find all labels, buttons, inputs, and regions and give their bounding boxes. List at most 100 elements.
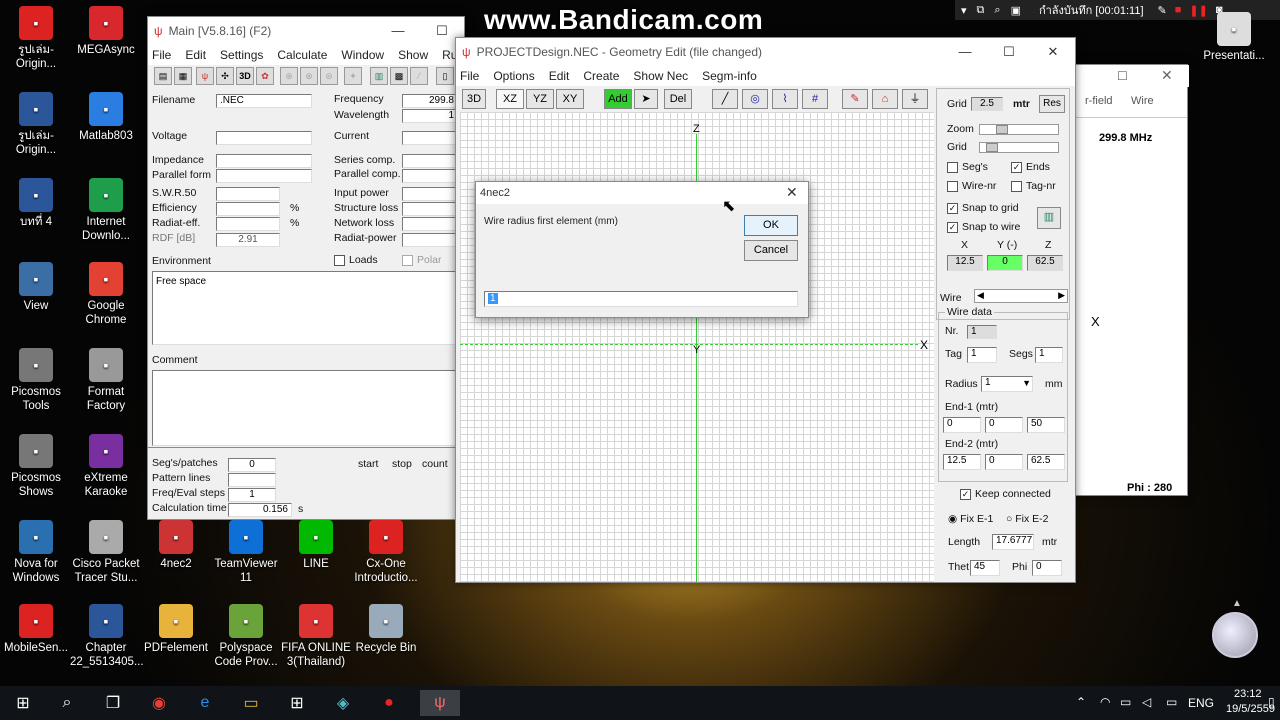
wavelength-field[interactable]: 1 — [402, 109, 458, 123]
view-xz-button[interactable]: XZ — [496, 89, 524, 109]
menu-file[interactable]: File — [460, 69, 479, 83]
radius-dialog[interactable]: 4nec2 ✕ Wire radius first element (mm) O… — [475, 181, 809, 318]
desktop-icon[interactable]: ▪ รูปเล่ม-Origin... — [0, 92, 72, 157]
wire-scrollbar[interactable]: ◀ ▶ — [974, 289, 1068, 303]
task-view-icon[interactable]: ❐ — [100, 690, 126, 716]
language-indicator[interactable]: ENG — [1188, 696, 1214, 710]
edge-icon[interactable]: e — [192, 690, 218, 716]
geometry-icon[interactable]: ✣ — [216, 67, 234, 85]
desktop-icon[interactable]: ▪ บทที่ 4 — [0, 178, 72, 229]
segs-checkbox[interactable]: Seg's — [947, 161, 988, 173]
desktop-icon[interactable]: ▪ Internet Downlo... — [70, 178, 142, 243]
end1-y-field[interactable]: 0 — [985, 417, 1023, 433]
radius-input[interactable]: 1 — [484, 291, 798, 307]
grid-slider[interactable] — [979, 142, 1059, 153]
current-field[interactable] — [402, 131, 458, 145]
desktop-icon[interactable]: ▪ MEGAsync — [70, 6, 142, 57]
end2-z-field[interactable]: 62.5 — [1027, 454, 1065, 470]
load-icon[interactable]: ⏚ — [902, 89, 928, 109]
menu-settings[interactable]: Settings — [220, 48, 263, 62]
res-button[interactable]: Res — [1039, 95, 1065, 113]
menu-show-nec[interactable]: Show Nec — [633, 69, 688, 83]
search-icon[interactable]: ⌕ — [994, 4, 1000, 17]
record-stop-icon[interactable]: ■ — [1175, 4, 1182, 16]
parallel-comp-field[interactable] — [402, 169, 458, 183]
comment-box[interactable] — [152, 370, 464, 446]
environment-box[interactable]: Free space — [152, 271, 464, 345]
pencil-icon[interactable]: ✎ — [1158, 4, 1167, 17]
source-icon[interactable]: ⌂ — [872, 89, 898, 109]
close-icon[interactable]: ✕ — [786, 184, 798, 201]
segs-field[interactable]: 0 — [228, 458, 276, 472]
keep-connected-checkbox[interactable]: ✓ Keep connected — [960, 488, 1051, 500]
chat-icon[interactable]: ▭ — [1166, 695, 1177, 709]
efficiency-field[interactable] — [216, 202, 280, 216]
end2-x-field[interactable]: 12.5 — [943, 454, 981, 470]
desktop-icon[interactable]: ▪ Google Chrome — [70, 262, 142, 327]
wifi-icon[interactable]: ◠ — [1100, 695, 1110, 709]
farfield-menu-wire[interactable]: Wire — [1131, 95, 1154, 107]
ok-button[interactable]: OK — [744, 215, 798, 236]
length-field[interactable]: 17.6777 — [992, 534, 1034, 550]
segs-field[interactable]: 1 — [1035, 347, 1063, 363]
loads-checkbox[interactable]: Loads — [334, 254, 378, 266]
impedance-field[interactable] — [216, 154, 312, 168]
end1-z-field[interactable]: 50 — [1027, 417, 1065, 433]
frequency-field[interactable]: 299.8 — [402, 94, 458, 108]
tag-nr-checkbox[interactable]: Tag-nr — [1011, 180, 1056, 192]
network-loss-field[interactable] — [402, 217, 458, 231]
chrome-icon[interactable]: ◉ — [146, 690, 172, 716]
swr-field[interactable] — [216, 187, 280, 201]
tool-icon[interactable]: ⊛ — [320, 67, 338, 85]
notifications-icon[interactable]: ▯ — [1268, 695, 1275, 709]
end2-y-field[interactable]: 0 — [985, 454, 1023, 470]
menu-file[interactable]: File — [152, 48, 171, 62]
window-icon[interactable]: ⧉ — [977, 4, 985, 17]
snap-wire-checkbox[interactable]: ✓ Snap to wire — [947, 221, 1020, 233]
minimize-icon[interactable]: — — [376, 23, 420, 39]
thet-field[interactable]: 45 — [970, 560, 1000, 576]
view3d-icon[interactable]: 3D — [236, 67, 254, 85]
desktop-icon[interactable]: ▪ eXtreme Karaoke — [70, 434, 142, 499]
nr-field[interactable]: 1 — [967, 325, 997, 339]
menu-edit[interactable]: Edit — [185, 48, 206, 62]
end1-x-field[interactable]: 0 — [943, 417, 981, 433]
menu-create[interactable]: Create — [583, 69, 619, 83]
file-explorer-icon[interactable]: ▭ — [238, 690, 264, 716]
main-window[interactable]: ψ Main [V5.8.16] (F2) — ☐ File Edit Setti… — [147, 16, 465, 448]
antenna-tool-icon[interactable]: ψ — [196, 67, 214, 85]
polar-checkbox[interactable]: Polar — [402, 254, 442, 266]
chevron-down-icon[interactable]: ▾ — [961, 4, 967, 17]
desktop-icon[interactable]: ▪ Format Factory — [70, 348, 142, 413]
main-titlebar[interactable]: ψ Main [V5.8.16] (F2) — ☐ — [148, 17, 464, 45]
voltage-field[interactable] — [216, 131, 312, 145]
radiat-eff-field[interactable] — [216, 217, 280, 231]
farfield-menu[interactable]: r-field — [1085, 95, 1113, 107]
tool-icon[interactable]: ⊕ — [280, 67, 298, 85]
store-icon[interactable]: ⊞ — [284, 690, 310, 716]
add-button[interactable]: Add — [604, 89, 632, 109]
z-coord-field[interactable]: 62.5 — [1027, 255, 1063, 271]
desktop-icon[interactable]: ▪ Picosmos Tools — [0, 348, 72, 413]
phi-field[interactable]: 0 — [1032, 560, 1062, 576]
freq-steps-field[interactable]: 1 — [228, 488, 276, 502]
desktop-icon[interactable]: ▪ LINE — [280, 520, 352, 571]
menu-window[interactable]: Window — [341, 48, 384, 62]
helix-icon[interactable]: ⌇ — [772, 89, 798, 109]
desktop-icon[interactable]: ▪ Matlab803 — [70, 92, 142, 143]
desktop-icon[interactable]: ▪ Presentati... — [1198, 12, 1270, 63]
desktop-icon[interactable]: ▪ Cx-One Introductio... — [350, 520, 422, 585]
save-icon[interactable]: ▦ — [174, 67, 192, 85]
book-icon[interactable]: ▯ — [436, 67, 454, 85]
desktop-icon[interactable]: ▪ Picosmos Shows — [0, 434, 72, 499]
filename-field[interactable]: .NEC — [216, 94, 312, 108]
pointer-icon[interactable]: ➤ — [634, 89, 658, 109]
maximize-icon[interactable]: ☐ — [987, 44, 1031, 60]
close-icon[interactable]: ✕ — [1161, 67, 1173, 84]
view-3d-button[interactable]: 3D — [462, 89, 486, 109]
app-icon[interactable]: ◈ — [330, 690, 356, 716]
desktop-icon[interactable]: ▪ รูปเล่ม-Origin... — [0, 6, 72, 71]
calc-time-field[interactable]: 0.156 — [228, 503, 292, 517]
grid-icon[interactable]: ▩ — [390, 67, 408, 85]
series-field[interactable] — [402, 154, 458, 168]
